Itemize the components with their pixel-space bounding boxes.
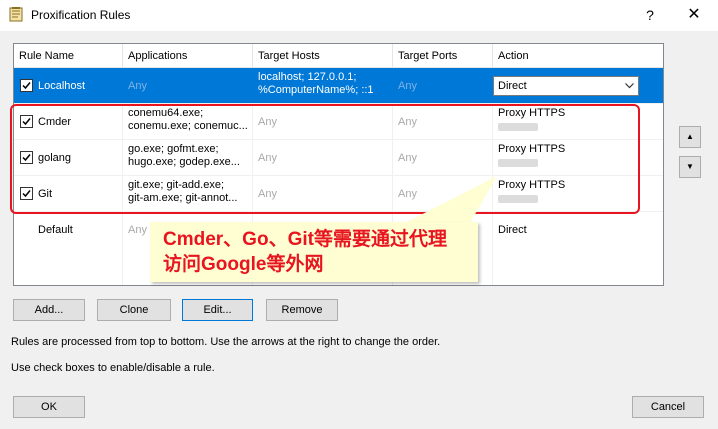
rule-name: golang xyxy=(38,152,72,164)
title-bar: Proxification Rules ? ✕ xyxy=(0,0,718,31)
rule-action: Direct xyxy=(498,224,527,236)
rule-target-hosts-line: %ComputerName%; ::1 xyxy=(258,84,374,96)
edit-rule-button[interactable]: Edit... xyxy=(182,299,253,321)
chevron-down-icon xyxy=(625,83,634,89)
window-title: Proxification Rules xyxy=(31,8,131,22)
table-row[interactable]: golang go.exe; gofmt.exe; hugo.exe; gode… xyxy=(14,140,663,176)
remove-rule-button[interactable]: Remove xyxy=(266,299,338,321)
rule-applications-line: git.exe; git-add.exe; xyxy=(128,179,225,191)
rule-applications-line: hugo.exe; godep.exe... xyxy=(128,156,240,168)
rule-target-hosts: localhost; 127.0.0.1; %ComputerName%; ::… xyxy=(253,68,393,104)
rule-name: Git xyxy=(38,188,53,200)
rule-name: Cmder xyxy=(38,116,72,128)
rule-name: Localhost xyxy=(38,80,86,92)
arrow-down-icon: ▼ xyxy=(686,162,694,171)
column-header-applications[interactable]: Applications xyxy=(123,44,253,68)
rule-action-label: Proxy HTTPS xyxy=(498,107,566,119)
clone-rule-button[interactable]: Clone xyxy=(97,299,171,321)
rule-target-hosts-line: localhost; 127.0.0.1; xyxy=(258,71,357,83)
rule-applications: Any xyxy=(128,80,147,92)
column-header-target-hosts[interactable]: Target Hosts xyxy=(253,44,393,68)
table-row[interactable]: Git git.exe; git-add.exe; git-am.exe; gi… xyxy=(14,176,663,212)
action-dropdown[interactable]: Direct xyxy=(493,76,639,96)
rule-name: Default xyxy=(38,224,73,236)
rule-action: Proxy HTTPS xyxy=(493,104,663,140)
column-header-action[interactable]: Action xyxy=(493,44,663,68)
redacted-proxy-address xyxy=(498,123,538,131)
rule-target-hosts: Any xyxy=(258,152,277,164)
rule-applications: go.exe; gofmt.exe; hugo.exe; godep.exe..… xyxy=(123,140,253,176)
rule-enable-checkbox[interactable] xyxy=(20,115,33,128)
rule-target-hosts: Any xyxy=(258,188,277,200)
proxifier-app-icon xyxy=(9,7,23,22)
order-hint-text: Rules are processed from top to bottom. … xyxy=(11,336,441,348)
cancel-button[interactable]: Cancel xyxy=(632,396,704,418)
rule-applications-line: conemu64.exe; xyxy=(128,107,204,119)
annotation-line: 访问Google等外网 xyxy=(163,254,324,275)
arrow-up-icon: ▲ xyxy=(686,132,694,141)
close-button[interactable]: ✕ xyxy=(683,4,705,26)
add-rule-button[interactable]: Add... xyxy=(13,299,85,321)
table-row[interactable]: Localhost Any localhost; 127.0.0.1; %Com… xyxy=(14,68,663,104)
rule-action: Proxy HTTPS xyxy=(493,140,663,176)
rule-applications-line: go.exe; gofmt.exe; xyxy=(128,143,219,155)
rule-applications-line: conemu.exe; conemuc... xyxy=(128,120,248,132)
rule-target-ports: Any xyxy=(398,152,417,164)
column-header-target-ports[interactable]: Target Ports xyxy=(393,44,493,68)
annotation-text: Cmder、Go、Git等需要通过代理 访问Google等外网 xyxy=(163,227,447,277)
rule-enable-checkbox[interactable] xyxy=(20,151,33,164)
action-dropdown-value: Direct xyxy=(498,80,527,92)
checkbox-hint-text: Use check boxes to enable/disable a rule… xyxy=(11,362,215,374)
annotation-callout: Cmder、Go、Git等需要通过代理 访问Google等外网 xyxy=(150,222,478,282)
rule-action: Proxy HTTPS xyxy=(493,176,663,212)
move-up-button[interactable]: ▲ xyxy=(679,126,701,148)
rule-target-ports: Any xyxy=(398,116,417,128)
rule-applications: conemu64.exe; conemu.exe; conemuc... xyxy=(123,104,253,140)
column-header-rule-name[interactable]: Rule Name xyxy=(14,44,123,68)
move-down-button[interactable]: ▼ xyxy=(679,156,701,178)
table-row[interactable]: Cmder conemu64.exe; conemu.exe; conemuc.… xyxy=(14,104,663,140)
rule-action-label: Proxy HTTPS xyxy=(498,179,566,191)
rule-target-hosts: Any xyxy=(258,116,277,128)
rule-applications: git.exe; git-add.exe; git-am.exe; git-an… xyxy=(123,176,253,212)
help-button[interactable]: ? xyxy=(639,4,661,26)
rule-applications-line: git-am.exe; git-annot... xyxy=(128,192,238,204)
annotation-line: Cmder、Go、Git等需要通过代理 xyxy=(163,229,447,250)
rule-enable-checkbox[interactable] xyxy=(20,187,33,200)
rule-action-label: Proxy HTTPS xyxy=(498,143,566,155)
redacted-proxy-address xyxy=(498,195,538,203)
redacted-proxy-address xyxy=(498,159,538,167)
ok-button[interactable]: OK xyxy=(13,396,85,418)
rule-target-ports: Any xyxy=(398,80,417,92)
rule-enable-checkbox[interactable] xyxy=(20,79,33,92)
rule-target-ports: Any xyxy=(398,188,417,200)
